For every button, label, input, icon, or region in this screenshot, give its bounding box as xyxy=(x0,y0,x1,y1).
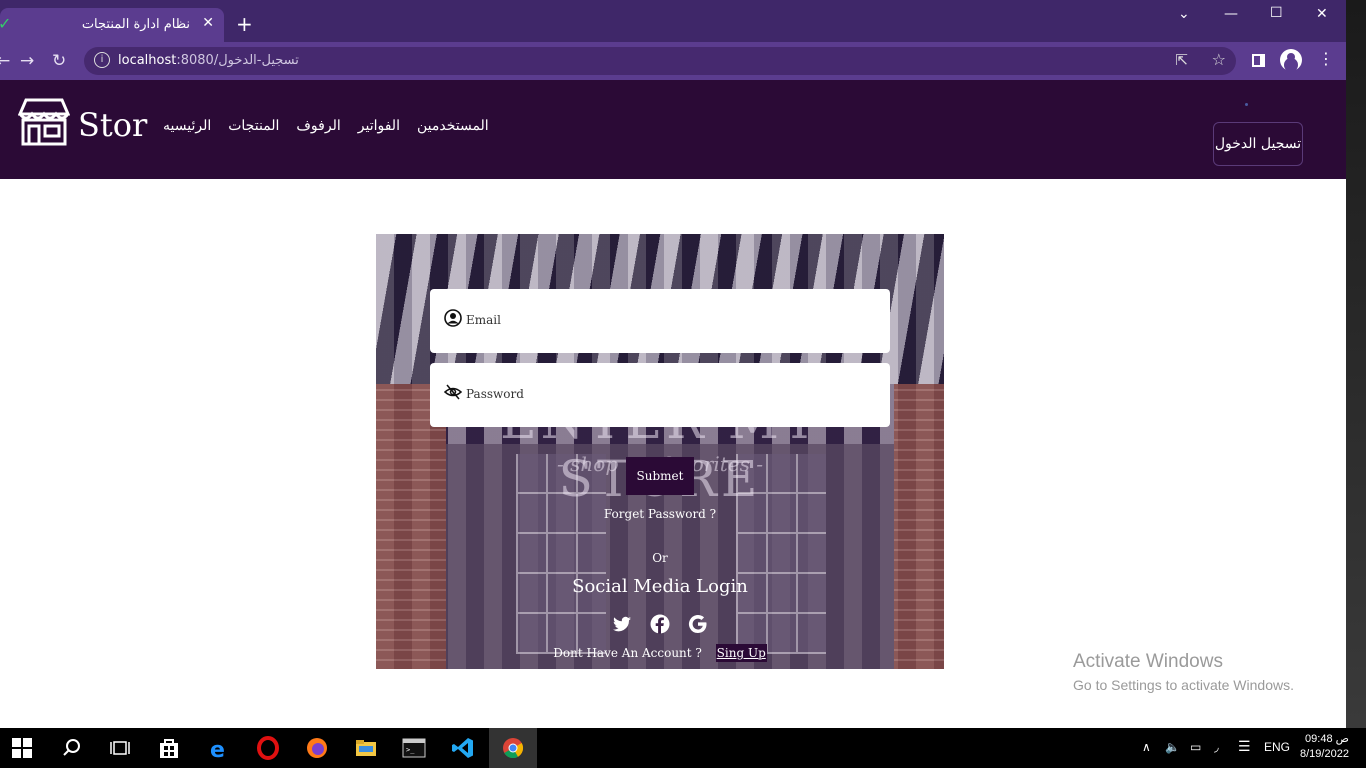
edge-icon[interactable]: e xyxy=(207,736,231,760)
close-window-button[interactable]: ✕ xyxy=(1316,6,1328,22)
nav-home[interactable]: الرئيسيه xyxy=(163,118,211,134)
new-tab-button[interactable]: + xyxy=(236,14,253,34)
minimize-button[interactable]: — xyxy=(1224,6,1238,22)
tab-title: نظام ادارة المنتجات xyxy=(81,17,190,32)
file-explorer-icon[interactable] xyxy=(354,736,378,760)
vscode-icon[interactable] xyxy=(451,736,475,760)
clock-date: 8/19/2022 xyxy=(1300,748,1349,760)
terminal-icon[interactable]: >_ xyxy=(402,736,426,760)
svg-text:e: e xyxy=(210,738,225,760)
page-content: ENTER MY STORE - shop my favorites - Ema… xyxy=(0,179,1346,728)
search-icon[interactable] xyxy=(60,736,84,760)
logo-text[interactable]: Stor xyxy=(78,106,147,144)
windows-start-icon[interactable] xyxy=(12,738,32,758)
user-circle-icon xyxy=(444,309,462,327)
submit-button[interactable]: Submet xyxy=(626,457,694,495)
nav-shelves[interactable]: الرفوف xyxy=(296,118,340,134)
language-indicator[interactable]: ENG xyxy=(1264,740,1290,754)
twitter-icon[interactable] xyxy=(612,614,632,634)
clock-time: 09:48 ص xyxy=(1305,733,1349,745)
password-field[interactable]: Password xyxy=(430,363,890,427)
clock[interactable]: 09:48 ص 8/19/2022 xyxy=(1300,732,1349,762)
nav-products[interactable]: المنتجات xyxy=(228,118,279,134)
social-login-title: Social Media Login xyxy=(572,576,748,597)
forward-icon[interactable]: → xyxy=(20,51,34,71)
browser-tab[interactable]: ✓ نظام ادارة المنتجات ✕ xyxy=(0,8,224,42)
social-icons xyxy=(612,614,708,634)
bookmark-star-icon[interactable]: ☆ xyxy=(1212,50,1226,69)
facebook-icon[interactable] xyxy=(650,614,670,634)
back-icon[interactable]: ← xyxy=(0,51,10,71)
volume-icon[interactable]: 🔈 xyxy=(1165,740,1180,754)
nav-users[interactable]: المستخدمين xyxy=(417,118,489,134)
nav-invoices[interactable]: الفواتير xyxy=(358,118,400,134)
browser-toolbar: ← → ↻ i localhost:8080/تسجيل-الدخول ⇱ ☆ … xyxy=(0,42,1346,80)
maximize-button[interactable]: ☐ xyxy=(1270,5,1283,21)
tray-chevron-icon[interactable]: ∧ xyxy=(1142,740,1151,754)
chrome-icon[interactable] xyxy=(501,736,525,760)
signup-link[interactable]: Sing Up xyxy=(715,644,767,662)
battery-icon[interactable]: ▭ xyxy=(1190,740,1201,754)
windows-taskbar: e >_ ∧ 🔈 ▭ ◞ ☰ ENG 09:48 ص 8/19/2022 xyxy=(0,728,1366,768)
url-text[interactable]: localhost:8080/تسجيل-الدخول xyxy=(118,53,299,68)
site-info-icon[interactable]: i xyxy=(94,52,110,68)
notifications-icon[interactable]: ☰ xyxy=(1238,738,1251,755)
email-placeholder: Email xyxy=(466,313,501,327)
password-placeholder: Password xyxy=(466,387,524,401)
profile-avatar-icon[interactable] xyxy=(1280,49,1302,71)
header-login-button[interactable]: تسجيل الدخول xyxy=(1213,122,1303,166)
store-logo-icon xyxy=(18,98,70,146)
activate-windows-subtitle: Go to Settings to activate Windows. xyxy=(1073,677,1294,693)
forgot-password-link[interactable]: Forget Password ? xyxy=(376,507,944,521)
login-card: ENTER MY STORE - shop my favorites - Ema… xyxy=(376,234,944,669)
google-icon[interactable] xyxy=(688,614,708,634)
store-app-icon[interactable] xyxy=(157,736,181,760)
wifi-icon[interactable]: ◞ xyxy=(1214,740,1219,754)
signup-row: Dont Have An Account ? Sing Up xyxy=(376,644,944,662)
tab-close-icon[interactable]: ✕ xyxy=(202,15,214,31)
main-nav: الرئيسيه المنتجات الرفوف الفواتير المستخ… xyxy=(163,118,489,134)
tab-search-icon[interactable]: ⌄ xyxy=(1178,6,1190,22)
desktop-background xyxy=(1346,0,1366,728)
firefox-icon[interactable] xyxy=(305,736,329,760)
site-header: Stor الرئيسيه المنتجات الرفوف الفواتير ا… xyxy=(0,80,1346,179)
reload-icon[interactable]: ↻ xyxy=(52,51,66,71)
email-field[interactable]: Email xyxy=(430,289,890,353)
or-divider: Or xyxy=(652,551,668,565)
decorative-dot xyxy=(1245,103,1248,106)
opera-icon[interactable] xyxy=(256,736,280,760)
vue-favicon-icon: ✓ xyxy=(0,14,12,33)
no-account-text: Dont Have An Account ? xyxy=(553,646,702,660)
browser-tab-bar: ✓ نظام ادارة المنتجات ✕ + ⌄ — ☐ ✕ xyxy=(0,0,1346,42)
menu-kebab-icon[interactable]: ⋮ xyxy=(1318,49,1334,68)
activate-windows-title: Activate Windows xyxy=(1073,651,1223,672)
side-panel-icon[interactable] xyxy=(1252,54,1265,67)
address-bar[interactable]: i localhost:8080/تسجيل-الدخول ⇱ ☆ xyxy=(84,47,1236,75)
svg-text:>_: >_ xyxy=(406,746,415,754)
eye-slash-icon[interactable] xyxy=(444,383,462,401)
task-view-icon[interactable] xyxy=(108,736,132,760)
share-icon[interactable]: ⇱ xyxy=(1175,51,1188,69)
